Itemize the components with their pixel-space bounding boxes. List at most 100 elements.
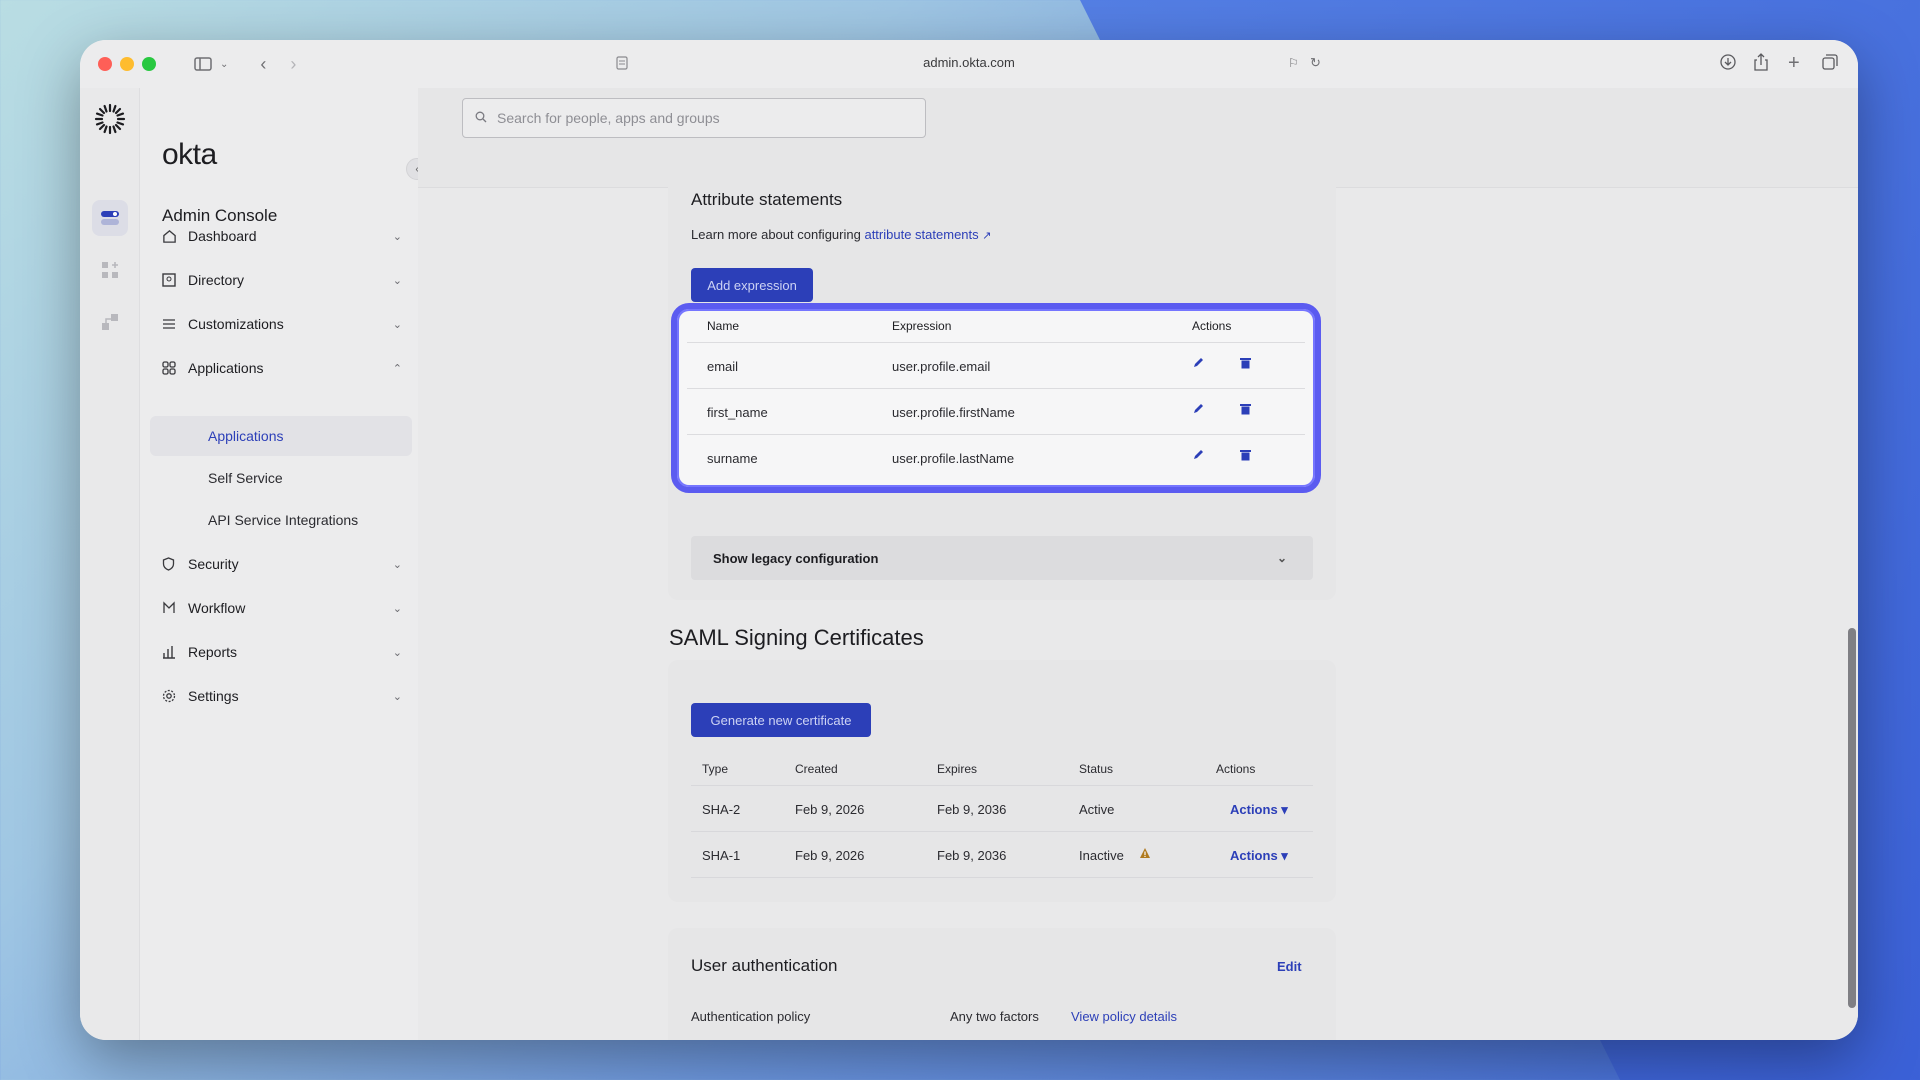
view-policy-details-link[interactable]: View policy details	[1071, 1009, 1177, 1024]
attribute-expression: user.profile.lastName	[892, 451, 1015, 466]
cert-table-header: Type Created Expires Status Actions	[691, 750, 1313, 786]
okta-sunburst-logo	[93, 102, 127, 141]
edit-pencil-icon[interactable]	[1192, 449, 1204, 464]
sidebar-item-label: Applications	[188, 360, 264, 376]
share-icon[interactable]	[1754, 53, 1768, 71]
app-switcher-rail	[80, 88, 140, 1040]
attribute-expression: user.profile.firstName	[892, 405, 1015, 420]
delete-trash-icon[interactable]	[1240, 357, 1251, 372]
table-header-row: Name Expression Actions	[687, 309, 1305, 343]
app-grid-icon[interactable]	[92, 252, 128, 288]
help-prefix: Learn more about configuring	[691, 227, 861, 242]
sidebar-item-reports[interactable]: Reports ⌄	[162, 636, 402, 668]
translate-icon[interactable]: ⚐	[1288, 56, 1299, 70]
table-row: SHA-1 Feb 9, 2026 Feb 9, 2036 Inactive A…	[691, 832, 1313, 878]
minimize-window-button[interactable]	[120, 57, 134, 71]
search-box	[462, 98, 926, 138]
chevron-down-icon: ⌄	[392, 602, 402, 615]
chevron-down-icon: ⌄	[392, 230, 402, 243]
cert-type: SHA-1	[702, 848, 741, 863]
sidebar-subitem-applications[interactable]: Applications	[150, 416, 412, 456]
column-header-expires: Expires	[937, 762, 978, 776]
cert-expires: Feb 9, 2036	[937, 848, 1007, 863]
browser-toolbar: ⌄ ‹ › admin.okta.com ⚐ ↻ +	[80, 40, 1858, 88]
sidebar-item-label: Settings	[188, 688, 239, 704]
column-header-actions: Actions	[1192, 319, 1232, 333]
chevron-down-icon: ⌄	[392, 646, 402, 659]
column-header-type: Type	[702, 762, 729, 776]
search-input[interactable]	[497, 110, 897, 126]
apps-icon	[162, 361, 188, 375]
delete-trash-icon[interactable]	[1240, 449, 1251, 464]
auth-policy-label: Authentication policy	[691, 1009, 811, 1024]
reports-icon	[162, 645, 188, 659]
sidebar-item-customizations[interactable]: Customizations ⌄	[162, 308, 402, 340]
auth-policy-value: Any two factors	[950, 1009, 1039, 1024]
edit-pencil-icon[interactable]	[1192, 357, 1204, 372]
scrollbar[interactable]	[1848, 628, 1856, 1008]
cert-status: Inactive	[1079, 848, 1124, 863]
cert-type: SHA-2	[702, 802, 741, 817]
cert-expires: Feb 9, 2036	[937, 802, 1007, 817]
forward-icon[interactable]: ›	[290, 54, 296, 75]
sidebar-item-applications[interactable]: Applications ⌃	[162, 352, 402, 384]
chevron-down-icon[interactable]: ⌄	[220, 59, 228, 70]
home-icon	[162, 229, 188, 244]
cert-actions-dropdown[interactable]: Actions ▾	[1230, 802, 1288, 818]
external-link-icon: ↗	[982, 230, 992, 242]
sidebar-toggle-icon[interactable]	[194, 57, 212, 71]
column-header-created: Created	[795, 762, 838, 776]
tab-overview-icon[interactable]	[1822, 54, 1838, 70]
table-row: email user.profile.email	[687, 343, 1305, 389]
chevron-down-icon: ⌄	[392, 558, 402, 571]
edit-pencil-icon[interactable]	[1192, 403, 1204, 418]
sliders-icon	[162, 317, 188, 331]
chevron-down-icon: ⌄	[1276, 551, 1287, 565]
table-row: SHA-2 Feb 9, 2026 Feb 9, 2036 Active Act…	[691, 786, 1313, 832]
attribute-help-text: Learn more about configuring attribute s…	[691, 227, 991, 242]
workflow-rail-icon[interactable]	[92, 304, 128, 340]
column-header-actions: Actions	[1216, 762, 1256, 776]
directory-icon	[162, 273, 188, 287]
window-controls	[98, 57, 156, 71]
admin-toggle-icon[interactable]	[92, 200, 128, 236]
maximize-window-button[interactable]	[142, 57, 156, 71]
chevron-down-icon: ⌄	[392, 274, 402, 287]
browser-window: ⌄ ‹ › admin.okta.com ⚐ ↻ + okta Admin Co…	[80, 40, 1858, 1040]
user-authentication-title: User authentication	[691, 956, 838, 975]
attribute-statements-link[interactable]: attribute statements	[864, 227, 978, 242]
cert-actions-dropdown[interactable]: Actions ▾	[1230, 848, 1288, 864]
delete-trash-icon[interactable]	[1240, 403, 1251, 418]
chevron-down-icon: ⌄	[392, 318, 402, 331]
sidebar-subitem-self-service[interactable]: Self Service	[150, 458, 412, 498]
reader-icon[interactable]	[616, 56, 628, 70]
edit-user-auth-link[interactable]: Edit	[1277, 959, 1302, 974]
sidebar-item-label: Customizations	[188, 316, 284, 332]
workflow-icon	[162, 601, 188, 615]
sidebar-item-security[interactable]: Security ⌄	[162, 548, 402, 580]
reload-icon[interactable]: ↻	[1310, 55, 1321, 71]
add-expression-button[interactable]: Add expression	[691, 268, 813, 302]
saml-certificates-title: SAML Signing Certificates	[669, 625, 924, 650]
back-icon[interactable]: ‹	[260, 54, 266, 75]
new-tab-icon[interactable]: +	[1788, 52, 1800, 75]
cert-created: Feb 9, 2026	[795, 848, 865, 863]
address-bar[interactable]: admin.okta.com	[923, 55, 1015, 70]
close-window-button[interactable]	[98, 57, 112, 71]
column-header-status: Status	[1079, 762, 1114, 776]
download-icon[interactable]	[1720, 54, 1736, 70]
admin-sidebar: okta Admin Console Dashboard ⌄ Directory…	[140, 88, 418, 1040]
generate-new-certificate-button[interactable]: Generate new certificate	[691, 703, 871, 737]
sidebar-subitem-api-service-integrations[interactable]: API Service Integrations	[150, 500, 412, 540]
sidebar-item-workflow[interactable]: Workflow ⌄	[162, 592, 402, 624]
attribute-name: first_name	[707, 405, 768, 420]
shield-icon	[162, 557, 188, 571]
warning-icon	[1139, 847, 1151, 862]
sidebar-item-label: Dashboard	[188, 228, 257, 244]
sidebar-item-dashboard[interactable]: Dashboard ⌄	[162, 220, 402, 252]
sidebar-item-directory[interactable]: Directory ⌄	[162, 264, 402, 296]
sidebar-item-label: Reports	[188, 644, 238, 660]
show-legacy-configuration-toggle[interactable]: Show legacy configuration ⌄	[691, 536, 1313, 580]
chevron-up-icon: ⌃	[392, 362, 402, 375]
sidebar-item-settings[interactable]: Settings ⌄	[162, 680, 402, 712]
